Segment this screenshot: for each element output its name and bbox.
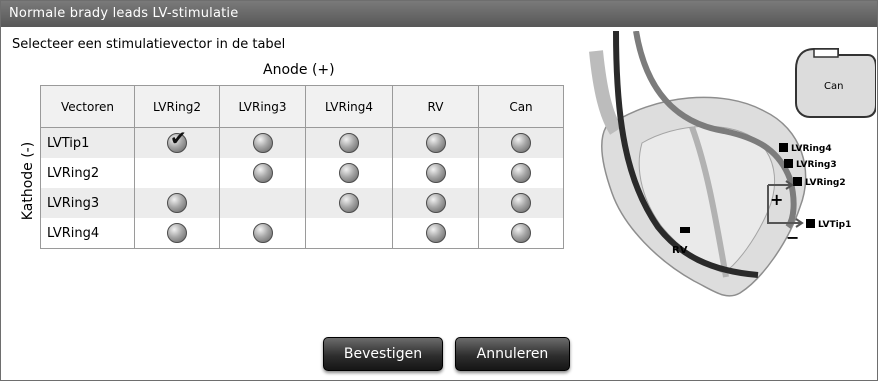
vector-cell [478, 158, 564, 188]
vector-radio-button[interactable] [511, 223, 531, 243]
vector-radio-button[interactable] [425, 193, 446, 213]
column-header: LVRing2 [134, 85, 220, 128]
anode-label: Anode (+) [263, 62, 335, 78]
row-label: LVRing2 [40, 158, 135, 188]
vector-radio-button[interactable] [339, 193, 359, 213]
vector-radio-button[interactable] [425, 223, 446, 243]
vector-radio-button[interactable] [339, 163, 359, 183]
column-header: LVRing4 [305, 85, 393, 128]
window-title: Normale brady leads LV-stimulatie [1, 1, 877, 27]
vector-cell [392, 127, 479, 158]
vector-cell [134, 158, 220, 188]
vector-radio-button[interactable] [339, 133, 359, 153]
row-label: LVTip1 [40, 127, 135, 158]
vector-radio-button[interactable] [425, 163, 446, 183]
table-row: LVRing4 [40, 218, 564, 249]
checkmark-icon: ✔ [170, 126, 187, 150]
vector-radio-button[interactable] [252, 223, 273, 243]
table-row: LVTip1 ✔ [40, 127, 564, 158]
vector-table: Vectoren LVRing2 LVRing3 LVRing4 RV Can … [40, 85, 564, 249]
vector-cell [305, 188, 393, 218]
vector-cell [305, 218, 393, 249]
vector-radio-button[interactable]: ✔ [167, 128, 187, 153]
rv-label: RV [672, 245, 688, 256]
kathode-minus-sign: − [786, 228, 799, 247]
vector-cell [305, 158, 393, 188]
vector-radio-button[interactable] [252, 163, 273, 183]
row-label: LVRing3 [40, 188, 135, 218]
vector-cell [219, 127, 306, 158]
vector-radio-button[interactable] [252, 133, 273, 153]
column-header: Can [478, 85, 564, 128]
row-label: LVRing4 [40, 218, 135, 249]
vector-cell [134, 188, 220, 218]
vector-radio-button[interactable] [511, 163, 531, 183]
table-row: LVRing3 [40, 188, 564, 218]
vector-cell [134, 218, 220, 249]
vector-radio-button[interactable] [511, 133, 531, 153]
confirm-button[interactable]: Bevestigen [323, 337, 443, 371]
vector-cell [392, 218, 479, 249]
vector-cell [478, 218, 564, 249]
kathode-label-wrap: Kathode (-) [17, 121, 39, 241]
can-label: Can [824, 81, 843, 92]
electrode-label-lvtip1: LVTip1 [818, 220, 851, 230]
dialog-window: Normale brady leads LV-stimulatie Select… [0, 0, 878, 381]
vector-radio-button[interactable] [425, 133, 446, 153]
vector-cell [478, 127, 564, 158]
vector-cell [219, 188, 306, 218]
vector-cell [478, 188, 564, 218]
kathode-label: Kathode (-) [20, 141, 36, 221]
column-header: Vectoren [40, 85, 135, 128]
can-device: Can [795, 48, 876, 118]
rv-electrode-marker [680, 227, 690, 233]
cancel-button[interactable]: Annuleren [455, 337, 570, 371]
heart-lead-diagram: RV Can LVRing4 LVRing3 LVRing2 LVTip1 + … [589, 31, 876, 297]
vector-radio-button[interactable] [167, 193, 187, 213]
vector-cell [219, 158, 306, 188]
electrode-label-lvring3: LVRing3 [796, 160, 837, 170]
vector-cell [392, 188, 479, 218]
vector-cell [392, 158, 479, 188]
table-row: LVRing2 [40, 158, 564, 188]
vector-cell [219, 218, 306, 249]
vector-radio-button[interactable] [167, 223, 187, 243]
column-header: RV [392, 85, 479, 128]
vector-radio-button[interactable] [511, 193, 531, 213]
vector-cell [305, 127, 393, 158]
electrode-label-lvring2: LVRing2 [805, 178, 846, 188]
column-header: LVRing3 [219, 85, 306, 128]
vector-cell: ✔ [134, 127, 220, 158]
electrode-marker-lvtip1: LVTip1 [806, 219, 851, 230]
table-header-row: Vectoren LVRing2 LVRing3 LVRing4 RV Can [40, 85, 564, 128]
anode-plus-sign: + [770, 190, 783, 209]
electrode-label-lvring4: LVRing4 [791, 144, 832, 154]
instruction-text: Selecteer een stimulatievector in de tab… [12, 37, 286, 52]
